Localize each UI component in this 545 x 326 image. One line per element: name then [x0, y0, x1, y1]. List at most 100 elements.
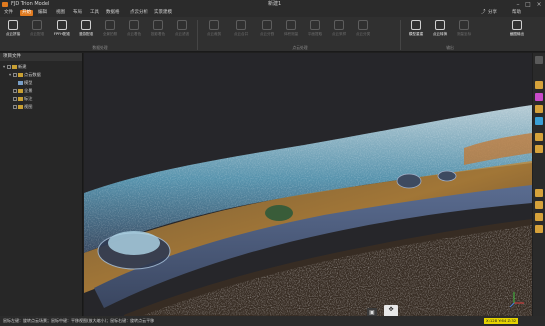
menu-data[interactable]: 数据格 [104, 9, 122, 17]
checkbox[interactable] [7, 65, 11, 69]
app-title: FJD Trion Model [11, 1, 50, 7]
tree-item-view[interactable]: 视图 [13, 103, 32, 110]
ribbon-button-10[interactable]: 点云合并 [230, 19, 252, 45]
palette-icon [129, 20, 139, 30]
ribbon-button-18[interactable]: 测量坐标 [453, 19, 475, 45]
ribbon-button-11[interactable]: 点云分割 [256, 19, 278, 45]
folder-icon [12, 65, 17, 69]
display-tool-icon[interactable] [535, 105, 543, 113]
menu-file[interactable]: 文件 [2, 9, 15, 17]
folder-icon [18, 97, 23, 101]
plane-icon [310, 20, 320, 30]
axis-gizmo-icon [509, 292, 524, 308]
convert-icon [435, 20, 445, 30]
stitch-icon [8, 20, 18, 30]
ribbon-button-14[interactable]: 点云采样 [328, 19, 350, 45]
ribbon-button-3[interactable]: FPFH配准 [51, 19, 73, 45]
folder-icon [18, 105, 23, 109]
panel-title: 项目文件 [0, 53, 82, 61]
tree-item-annotation[interactable]: 标注 [13, 95, 32, 102]
ribbon-button-7[interactable]: 投影着色 [147, 19, 169, 45]
folder-icon [18, 73, 23, 77]
section-tool-icon[interactable] [535, 145, 543, 153]
coordinate-readout: X:128 Y:64 Z:32 [484, 318, 519, 324]
menu-start[interactable]: 开始 [20, 10, 33, 16]
ribbon-button-16[interactable]: 模型重建 [405, 19, 427, 45]
planter-far [437, 170, 457, 182]
tree-item-root[interactable]: ▾ 新建 [3, 63, 26, 70]
checkbox[interactable] [13, 89, 17, 93]
group-label-data: 数据处理 [92, 45, 108, 50]
filter-tool-icon[interactable] [535, 201, 543, 209]
ribbon-separator [197, 20, 198, 50]
measure-tool-icon[interactable] [535, 117, 543, 125]
menu-modeling[interactable]: 实景建模 [152, 9, 174, 17]
share-icon[interactable]: ⤴ [481, 9, 486, 17]
ribbon-button-15[interactable]: 点云分类 [352, 19, 374, 45]
coordinate-icon [459, 20, 469, 30]
color-tool-icon[interactable] [535, 93, 543, 101]
view-cube-icon[interactable]: ▣ [367, 308, 377, 316]
minimize-icon[interactable]: – [513, 0, 523, 9]
ribbon-button-17[interactable]: 点云转换 [429, 19, 451, 45]
screenshot-icon [512, 20, 522, 30]
document-title: 新建1 [268, 1, 282, 7]
menu-edit[interactable]: 编辑 [36, 9, 49, 17]
sample-icon [334, 20, 344, 30]
ribbon-button-1[interactable]: 点云拼接 [2, 19, 24, 45]
point-cloud-scene[interactable] [84, 53, 532, 316]
render-tool-icon[interactable] [535, 189, 543, 197]
project-panel: 项目文件 ▾ 新建 ▾ 点云数据 模型 全景 标注 视图 [0, 53, 83, 316]
tree-item-model[interactable]: 模型 [18, 79, 32, 86]
ribbon-button-8[interactable]: 点云滤波 [171, 19, 193, 45]
light-tool-icon[interactable] [535, 133, 543, 141]
help-button[interactable]: 帮助 [512, 9, 521, 17]
planter-center [265, 205, 293, 221]
export-tool-icon[interactable] [535, 213, 543, 221]
view-tool-icon[interactable] [535, 56, 543, 64]
tree-item-pointcloud[interactable]: ▾ 点云数据 [9, 71, 41, 78]
menu-view[interactable]: 视图 [54, 9, 67, 17]
camera-icon [105, 20, 115, 30]
title-bar: FJD Trion Model 新建1 – □ × [0, 0, 545, 9]
checkbox[interactable] [13, 97, 17, 101]
ribbon-button-2[interactable]: 点云配准 [26, 19, 48, 45]
ribbon-button-9[interactable]: 点云裁剪 [203, 19, 225, 45]
app-window: FJD Trion Model 新建1 – □ × 文件 开始 编辑 视图 布局… [0, 0, 545, 326]
layer-tool-icon[interactable] [535, 81, 543, 89]
maximize-icon[interactable]: □ [523, 0, 533, 9]
ribbon-button-6[interactable]: 点云着色 [123, 19, 145, 45]
projection-icon [153, 20, 163, 30]
status-message: 鼠标左键：旋转点云场景；鼠标中键：平移视图(放大缩小)；鼠标右键：旋转点云平移 [3, 318, 155, 323]
menu-analysis[interactable]: 点云分析 [128, 9, 150, 17]
group-label-output: 输出 [446, 45, 454, 50]
checkbox[interactable] [13, 105, 17, 109]
ribbon-button-4[interactable]: 漫游配准 [75, 19, 97, 45]
merge-icon [236, 20, 246, 30]
menu-tools[interactable]: 工具 [88, 9, 101, 17]
ribbon-separator [400, 20, 401, 50]
navigation-icon[interactable]: ✥ [384, 305, 398, 316]
ribbon-toolbar: 点云拼接 点云配准 FPFH配准 漫游配准 全景拍照 点云着色 投影着色 点云滤… [0, 17, 545, 52]
volume-icon [286, 20, 296, 30]
menu-layout[interactable]: 布局 [71, 9, 84, 17]
model-icon [411, 20, 421, 30]
close-icon[interactable]: × [534, 0, 544, 9]
register-icon [32, 20, 42, 30]
settings-tool-icon[interactable] [535, 225, 543, 233]
tree-item-panorama[interactable]: 全景 [13, 87, 32, 94]
3d-viewport[interactable]: ▣ ✥ [84, 53, 532, 316]
ribbon-button-13[interactable]: 平面提取 [304, 19, 326, 45]
checkbox[interactable] [13, 73, 17, 77]
right-toolbar [533, 53, 545, 316]
share-button[interactable]: 分享 [488, 9, 497, 17]
classify-icon [358, 20, 368, 30]
ribbon-button-12[interactable]: 体积测量 [280, 19, 302, 45]
status-bar: 鼠标左键：旋转点云场景；鼠标中键：平移视图(放大缩小)；鼠标右键：旋转点云平移 … [0, 316, 545, 326]
tree-cluster-left [108, 231, 160, 255]
ribbon-button-19[interactable]: 截图输出 [506, 19, 528, 45]
planter-right [396, 173, 422, 189]
folder-icon [18, 89, 23, 93]
menu-bar: 文件 开始 编辑 视图 布局 工具 数据格 点云分析 实景建模 ⤴ 分享 帮助 [0, 9, 545, 17]
ribbon-button-5[interactable]: 全景拍照 [99, 19, 121, 45]
